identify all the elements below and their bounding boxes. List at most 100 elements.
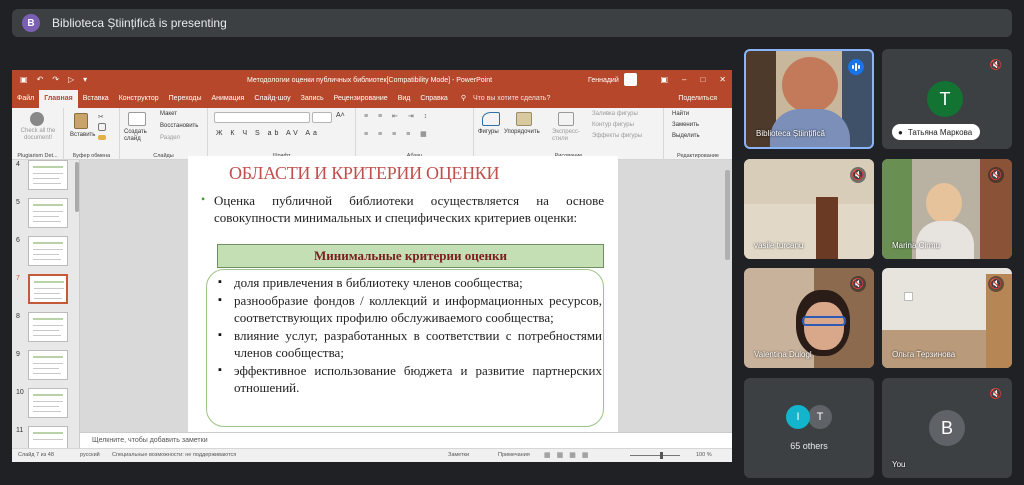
tab-help[interactable]: Справка bbox=[415, 90, 452, 108]
tab-review[interactable]: Рецензирование bbox=[329, 90, 393, 108]
arrange-button[interactable]: Упорядочить bbox=[504, 129, 540, 135]
user-name[interactable]: Геннадий bbox=[588, 77, 619, 84]
language-indicator[interactable]: русский bbox=[80, 452, 100, 458]
thumbnail-slide-6[interactable]: 6 bbox=[12, 236, 80, 270]
layout-button[interactable]: Макет bbox=[160, 111, 177, 117]
slide-intro[interactable]: • Оценка публичной библиотеки осуществля… bbox=[201, 192, 604, 226]
ribbon-display-icon[interactable]: ▣ bbox=[660, 75, 668, 84]
close-icon[interactable]: ✕ bbox=[719, 75, 726, 84]
tab-insert[interactable]: Вставка bbox=[78, 90, 114, 108]
participant-avatar: T bbox=[927, 81, 963, 117]
copy-icon[interactable] bbox=[98, 123, 106, 131]
view-buttons[interactable]: ▦▦▦▦ bbox=[544, 451, 594, 459]
shared-screen: ▣ ↶ ↷ ▷ ▾ Методологии оценки публичных б… bbox=[12, 70, 732, 462]
notes-pane[interactable]: Щелкните, чтобы добавить заметки bbox=[80, 432, 732, 448]
participant-tile-presenter[interactable]: Biblioteca Științifică bbox=[744, 49, 874, 149]
participant-name: Татьяна Маркова bbox=[907, 127, 973, 137]
redo-icon[interactable]: ↷ bbox=[52, 75, 59, 84]
window-controls: ▣ – □ ✕ bbox=[660, 75, 726, 84]
editing-group-label: Редактирование bbox=[677, 153, 719, 159]
align-buttons[interactable]: ≡ ≡ ≡ ≡ ▦ bbox=[364, 130, 431, 138]
tab-file[interactable]: Файл bbox=[12, 90, 39, 108]
new-slide-button[interactable]: Создать слайд bbox=[124, 129, 152, 143]
tab-animations[interactable]: Анимация bbox=[206, 90, 249, 108]
editor-scrollbar[interactable] bbox=[725, 170, 730, 260]
minimize-icon[interactable]: – bbox=[682, 75, 686, 84]
format-painter-icon[interactable] bbox=[98, 135, 106, 140]
new-slide-icon[interactable] bbox=[128, 112, 146, 126]
paste-button[interactable]: Вставить bbox=[70, 132, 95, 138]
replace-button[interactable]: Заменить bbox=[672, 122, 699, 128]
accessibility-status[interactable]: Специальные возможности: не поддерживают… bbox=[112, 452, 236, 458]
bullet-icon: • bbox=[201, 192, 206, 206]
mic-off-icon: 🔇 bbox=[850, 167, 866, 183]
maximize-icon[interactable]: □ bbox=[700, 75, 705, 84]
font-name-select[interactable] bbox=[214, 112, 310, 123]
participant-tile-valentina[interactable]: 🔇 Valentina Dulogl bbox=[744, 268, 874, 368]
tell-me-search[interactable]: Что вы хотите сделать? bbox=[468, 90, 555, 108]
shape-effects-button[interactable]: Эффекты фигуры bbox=[592, 133, 642, 139]
tab-record[interactable]: Запись bbox=[296, 90, 329, 108]
zoom-level[interactable]: 100 % bbox=[696, 452, 712, 458]
participant-tile-self[interactable]: 🔇 B You bbox=[882, 378, 1012, 478]
arrange-icon[interactable] bbox=[516, 112, 532, 126]
slide-title[interactable]: ОБЛАСТИ И КРИТЕРИИ ОЦЕНКИ bbox=[229, 163, 500, 184]
thumbnail-slide-7[interactable]: 7 bbox=[12, 274, 80, 308]
clipboard-group-label: Буфер обмена bbox=[72, 153, 111, 159]
find-button[interactable]: Найти bbox=[672, 111, 689, 117]
slideshow-icon[interactable]: ▷ bbox=[68, 75, 74, 84]
grow-font-icon[interactable]: A˄ bbox=[336, 112, 345, 119]
tab-design[interactable]: Конструктор bbox=[114, 90, 164, 108]
thumbnail-slide-10[interactable]: 10 bbox=[12, 388, 80, 422]
list-buttons[interactable]: ≡ ≡ ⇤ ⇥ ↕ bbox=[364, 112, 431, 120]
criteria-header[interactable]: Минимальные критерии оценки bbox=[217, 244, 604, 268]
comments-toggle[interactable]: Примечания bbox=[498, 452, 530, 458]
reset-button[interactable]: Восстановить bbox=[160, 123, 198, 129]
participant-tile-olga[interactable]: 🔇 Ольга Терзинова bbox=[882, 268, 1012, 368]
presenting-text: Biblioteca Științifică is presenting bbox=[52, 16, 227, 30]
shape-fill-button[interactable]: Заливка фигуры bbox=[592, 111, 638, 117]
thumbnail-slide-4[interactable]: 4 bbox=[12, 160, 80, 194]
quick-styles-icon[interactable] bbox=[558, 112, 574, 126]
tab-slideshow[interactable]: Слайд-шоу bbox=[249, 90, 295, 108]
slide-7[interactable]: ОБЛАСТИ И КРИТЕРИИ ОЦЕНКИ • Оценка публи… bbox=[188, 156, 618, 432]
participant-tile-marina[interactable]: 🔇 Marina Cirmu bbox=[882, 159, 1012, 259]
participant-name: You bbox=[892, 460, 906, 469]
slide-counter: Слайд 7 из 48 bbox=[18, 452, 54, 458]
participant-avatar: I bbox=[786, 405, 810, 429]
tab-view[interactable]: Вид bbox=[393, 90, 416, 108]
user-avatar-icon[interactable] bbox=[624, 73, 637, 86]
participant-tile-others[interactable]: I T 65 others bbox=[744, 378, 874, 478]
thumbnail-slide-11[interactable]: 11 bbox=[12, 426, 80, 448]
notes-toggle[interactable]: Заметки bbox=[448, 452, 469, 458]
list-item: влияние услуг, разработанных в соответст… bbox=[218, 327, 602, 361]
zoom-slider[interactable] bbox=[630, 452, 680, 459]
thumbnail-slide-5[interactable]: 5 bbox=[12, 198, 80, 232]
shapes-button[interactable]: Фигуры bbox=[478, 129, 499, 135]
tab-home[interactable]: Главная bbox=[39, 90, 78, 108]
thumbnail-slide-9[interactable]: 9 bbox=[12, 350, 80, 384]
quick-styles-button[interactable]: Экспресс-стили bbox=[552, 129, 586, 143]
plugin-button[interactable]: Check all the document! bbox=[15, 128, 61, 142]
share-button[interactable]: Поделиться bbox=[673, 90, 722, 108]
criteria-list[interactable]: доля привлечения в библиотеку членов соо… bbox=[218, 274, 602, 397]
select-button[interactable]: Выделить bbox=[672, 133, 700, 139]
thumbnail-slide-8[interactable]: 8 bbox=[12, 312, 80, 346]
paste-icon[interactable] bbox=[74, 113, 88, 129]
shape-outline-button[interactable]: Контур фигуры bbox=[592, 122, 634, 128]
save-icon[interactable]: ▣ bbox=[20, 75, 28, 84]
customize-icon[interactable]: ▾ bbox=[83, 75, 87, 84]
plugin-icon[interactable] bbox=[30, 112, 44, 126]
pin-icon: ● bbox=[898, 127, 903, 137]
cut-icon[interactable]: ✂ bbox=[98, 113, 106, 121]
shapes-icon[interactable] bbox=[482, 112, 500, 126]
section-button[interactable]: Раздел bbox=[160, 135, 180, 141]
thumbnail-scrollbar[interactable] bbox=[75, 162, 79, 212]
font-size-select[interactable] bbox=[312, 112, 332, 123]
participant-tile-tatyana[interactable]: 🔇 T ● Татьяна Маркова bbox=[882, 49, 1012, 149]
font-format-buttons[interactable]: Ж К Ч S ab AV Aa bbox=[216, 130, 320, 137]
participant-tile-vasile[interactable]: 🔇 vasile turcanu bbox=[744, 159, 874, 259]
undo-icon[interactable]: ↶ bbox=[37, 75, 44, 84]
lightbulb-icon: ⚲ bbox=[460, 95, 466, 102]
tab-transitions[interactable]: Переходы bbox=[164, 90, 207, 108]
